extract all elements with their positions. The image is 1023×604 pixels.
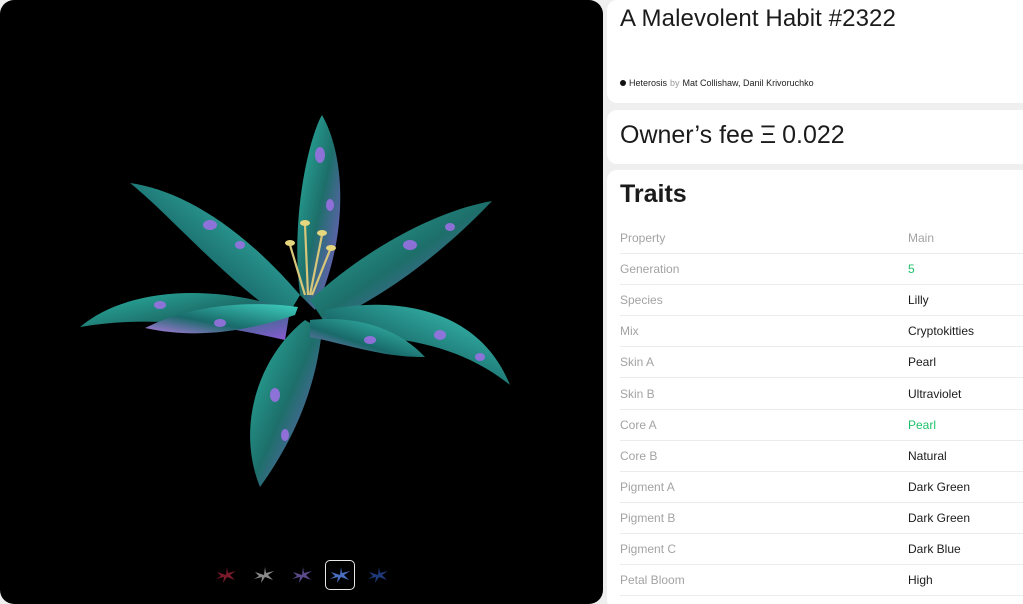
- trait-row: Core B Natural: [620, 441, 1023, 472]
- trait-row: Generation 5: [620, 254, 1023, 286]
- trait-key: Species: [620, 293, 663, 308]
- title-card: A Malevolent Habit #2322 Heterosis by Ma…: [607, 0, 1023, 103]
- flower-thumb-red-icon: [215, 567, 236, 583]
- trait-key: Core B: [620, 448, 658, 463]
- flower-thumb-navy-icon: [367, 567, 388, 583]
- trait-row: Pigment B Dark Green: [620, 503, 1023, 534]
- trait-value: Lilly: [908, 293, 929, 308]
- flower-thumb-blue-icon: [329, 567, 350, 583]
- nft-title: A Malevolent Habit #2322: [620, 5, 896, 32]
- authors-link[interactable]: Mat Collishaw, Danil Krivoruchko: [683, 78, 814, 88]
- thumbnail-2[interactable]: [249, 560, 279, 590]
- trait-row: Skin A Pearl: [620, 347, 1023, 379]
- eth-symbol: Ξ: [759, 121, 777, 149]
- trait-key: Mix: [620, 324, 639, 339]
- trait-value: 5: [908, 262, 915, 277]
- thumbnail-3[interactable]: [287, 560, 317, 590]
- trait-value: Dark Green: [908, 510, 971, 525]
- trait-row: Core A Pearl: [620, 410, 1023, 441]
- flower-thumb-grey-icon: [253, 567, 274, 583]
- trait-row: Pigment A Dark Green: [620, 472, 1023, 503]
- thumbnail-4[interactable]: [324, 560, 355, 590]
- trait-key: Pigment B: [620, 510, 676, 525]
- artwork-viewer[interactable]: [0, 0, 603, 604]
- traits-card: Traits Property Main Generation 5 Specie…: [607, 170, 1023, 604]
- trait-value: Ultraviolet: [908, 386, 962, 401]
- trait-row: Species Lilly: [620, 285, 1023, 317]
- trait-value: High: [908, 573, 933, 588]
- lily-artwork-image: [80, 115, 510, 487]
- traits-header-row: Property Main: [620, 223, 1023, 255]
- thumbnail-1[interactable]: [211, 560, 241, 590]
- trait-row: Pigment C Dark Blue: [620, 534, 1023, 566]
- traits-table: Property Main Generation 5 Species Lilly…: [620, 223, 1023, 597]
- trait-key: Generation: [620, 262, 680, 277]
- flower-thumb-purple-icon: [291, 567, 312, 583]
- by-label: by: [670, 78, 680, 88]
- trait-row: Mix Cryptokitties: [620, 316, 1023, 348]
- trait-key: Skin B: [620, 386, 655, 401]
- trait-key: Pigment A: [620, 479, 675, 494]
- trait-value: Dark Blue: [908, 541, 961, 556]
- trait-value: Pearl: [908, 355, 937, 370]
- traits-title: Traits: [620, 180, 687, 208]
- trait-key: Core A: [620, 417, 657, 432]
- fee-card: Owner’s fee Ξ 0.022: [607, 110, 1023, 164]
- collection-link[interactable]: Heterosis: [629, 78, 667, 88]
- trait-row: Skin B Ultraviolet: [620, 378, 1023, 410]
- header-property: Property: [620, 231, 666, 246]
- owner-fee: Owner’s fee Ξ 0.022: [620, 121, 845, 150]
- trait-value: Pearl: [908, 417, 937, 432]
- fee-label: Owner’s fee: [620, 121, 754, 149]
- trait-value: Natural: [908, 448, 947, 463]
- trait-value: Dark Green: [908, 479, 971, 494]
- trait-key: Pigment C: [620, 541, 677, 556]
- thumbnail-strip: [0, 558, 603, 592]
- trait-value: Cryptokitties: [908, 324, 975, 339]
- collection-line: Heterosis by Mat Collishaw, Danil Krivor…: [620, 78, 814, 88]
- trait-key: Petal Bloom: [620, 573, 685, 588]
- header-main: Main: [908, 231, 935, 246]
- thumbnail-5[interactable]: [363, 560, 393, 590]
- fee-value: 0.022: [782, 121, 845, 149]
- collection-dot-icon: [620, 80, 626, 86]
- trait-key: Skin A: [620, 355, 655, 370]
- trait-row: Petal Bloom High: [620, 565, 1023, 597]
